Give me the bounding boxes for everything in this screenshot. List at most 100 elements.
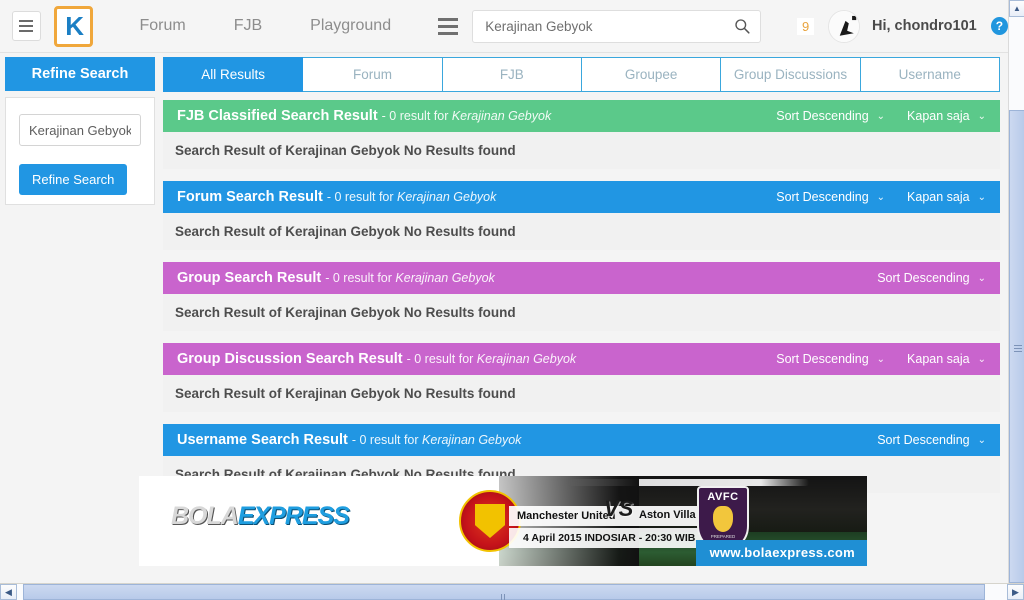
tab-forum[interactable]: Forum [303,57,443,92]
result-count-text: - 0 result for [325,271,396,285]
result-panel-title: Username Search Result [177,432,348,448]
tab-username[interactable]: Username [860,57,1000,92]
result-query-text: Kerajinan Gebyok [451,109,552,123]
sort-descending-dropdown[interactable]: Sort Descending ⌄ [776,352,885,366]
result-panel-header: Group Search Result - 0 result for Keraji… [163,262,1000,294]
brand-part-1: BOLA [171,502,239,530]
result-count-text: - 0 result for [406,352,477,366]
result-panel-title: FJB Classified Search Result [177,108,378,124]
result-panel-subtitle: - 0 result for Kerajinan Gebyok [327,190,497,204]
chevron-down-icon: ⌄ [977,110,986,122]
result-panel-body: Search Result of Kerajinan Gebyok No Res… [163,213,1000,250]
result-panel-subtitle: - 0 result for Kerajinan Gebyok [407,352,577,366]
secondary-hamburger-icon[interactable] [437,16,458,37]
chevron-down-icon: ⌄ [876,110,886,122]
logo-letter: K [65,11,84,41]
tab-group-discussions[interactable]: Group Discussions [721,57,861,92]
result-panel-header: FJB Classified Search Result - 0 result f… [163,100,1000,132]
banner-url[interactable]: www.bolaexpress.com [695,540,867,566]
tab-fjb[interactable]: FJB [442,57,582,92]
horizontal-scroll-thumb[interactable] [23,584,985,600]
result-panel-subtitle: - 0 result for Kerajinan Gebyok [325,271,495,285]
result-panel: Group Search Result - 0 result for Keraji… [163,262,1000,331]
versus-label: VS [604,496,634,521]
result-panel: FJB Classified Search Result - 0 result f… [163,100,1000,169]
result-count-text: - 0 result for [381,109,452,123]
result-panel-body: Search Result of Kerajinan Gebyok No Res… [163,375,1000,412]
date-filter-dropdown[interactable]: Kapan saja ⌄ [907,109,986,123]
date-filter-label: Kapan saja [907,190,970,204]
site-header: K Forum FJB Playground 9 Hi, chondro101 [0,0,1009,53]
match-info-label: 4 April 2015 INDOSIAR - 20:30 WIB [523,532,696,544]
result-count-text: - 0 result for [326,190,398,204]
result-query-text: Kerajinan Gebyok [422,433,522,447]
sort-descending-dropdown[interactable]: Sort Descending ⌄ [776,109,885,123]
vertical-scroll-thumb[interactable] [1009,110,1024,583]
sort-descending-dropdown[interactable]: Sort Descending ⌄ [877,433,986,447]
result-panel-controls: Sort Descending ⌄ Kapan saja ⌄ [754,190,986,204]
tab-groupee[interactable]: Groupee [581,57,722,92]
refine-search-button[interactable]: Refine Search [19,164,128,195]
result-panel-header: Group Discussion Search Result - 0 result… [163,343,1000,375]
search-icon[interactable] [734,18,750,34]
date-filter-dropdown[interactable]: Kapan saja ⌄ [907,352,986,366]
refine-search-header[interactable]: Refine Search [5,57,155,91]
result-panel-controls: Sort Descending ⌄ Kapan saja ⌄ [754,352,986,366]
scroll-right-button[interactable]: ▶ [1007,584,1024,600]
avatar[interactable] [828,9,860,43]
result-panel-controls: Sort Descending ⌄ [855,271,986,285]
result-count-text: - 0 result for [351,433,423,447]
kaskus-logo[interactable]: K [53,5,94,47]
main-nav: Forum FJB Playground [115,17,415,35]
sort-descending-dropdown[interactable]: Sort Descending ⌄ [877,271,986,285]
date-filter-label: Kapan saja [907,352,970,366]
result-panel-subtitle: - 0 result for Kerajinan Gebyok [352,433,522,447]
chevron-down-icon: ⌄ [977,434,986,446]
chevron-down-icon: ⌄ [876,353,886,365]
avfc-label: AVFC [707,491,739,503]
horizontal-scroll-track[interactable] [17,584,1007,600]
sort-descending-label: Sort Descending [776,109,869,123]
result-panel: Forum Search Result - 0 result for Keraji… [163,181,1000,250]
bolaexpress-logo: BOLAEXPRESS [171,502,350,530]
scroll-left-button[interactable]: ◀ [0,584,17,600]
sort-descending-dropdown[interactable]: Sort Descending ⌄ [776,190,885,204]
nav-item-playground[interactable]: Playground [286,17,415,35]
result-panel-controls: Sort Descending ⌄ Kapan saja ⌄ [754,109,986,123]
result-query-text: Kerajinan Gebyok [395,271,495,285]
refine-search-panel: Refine Search [5,97,155,205]
result-panel-header: Username Search Result - 0 result for Ker… [163,424,1000,456]
tab-all-results[interactable]: All Results [163,57,304,92]
nav-item-fjb[interactable]: FJB [210,17,286,35]
sort-descending-label: Sort Descending [877,433,970,447]
sort-descending-label: Sort Descending [776,352,869,366]
scroll-up-button[interactable]: ▲ [1009,0,1024,17]
result-panel-title: Group Discussion Search Result [177,351,403,367]
result-panel-body: Search Result of Kerajinan Gebyok No Res… [163,132,1000,169]
nav-item-forum[interactable]: Forum [115,17,209,35]
vertical-scrollbar[interactable]: ▲ [1008,0,1024,583]
advertisement-banner[interactable]: BOLAEXPRESS Manchester United VS Aston V… [139,476,867,566]
vertical-scroll-track[interactable] [1009,17,1024,583]
date-filter-label: Kapan saja [907,109,970,123]
result-panel-subtitle: - 0 result for Kerajinan Gebyok [382,109,552,123]
result-panel-controls: Sort Descending ⌄ [855,433,986,447]
page-root: K Forum FJB Playground 9 Hi, chondro101 [0,0,1024,600]
hamburger-icon[interactable] [12,11,41,41]
date-filter-dropdown[interactable]: Kapan saja ⌄ [907,190,986,204]
result-tabs: All Results Forum FJB Groupee Group Disc… [163,57,1000,92]
search-input[interactable] [483,17,734,35]
notification-badge[interactable]: 9 [797,17,815,35]
results-list: FJB Classified Search Result - 0 result f… [163,100,1000,505]
horizontal-scrollbar[interactable]: ◀ ▶ [0,583,1024,600]
result-query-text: Kerajinan Gebyok [397,190,497,204]
user-greeting[interactable]: Hi, chondro101 [872,18,977,34]
chevron-down-icon: ⌄ [977,272,986,284]
refine-search-input[interactable] [19,114,141,146]
sort-descending-label: Sort Descending [776,190,869,204]
chevron-down-icon: ⌄ [876,191,886,203]
lion-icon [713,506,733,532]
avfc-sublabel: PREPARED [710,534,736,539]
question-mark-icon[interactable]: ? [990,17,1009,35]
away-team-label: Aston Villa [639,509,696,521]
